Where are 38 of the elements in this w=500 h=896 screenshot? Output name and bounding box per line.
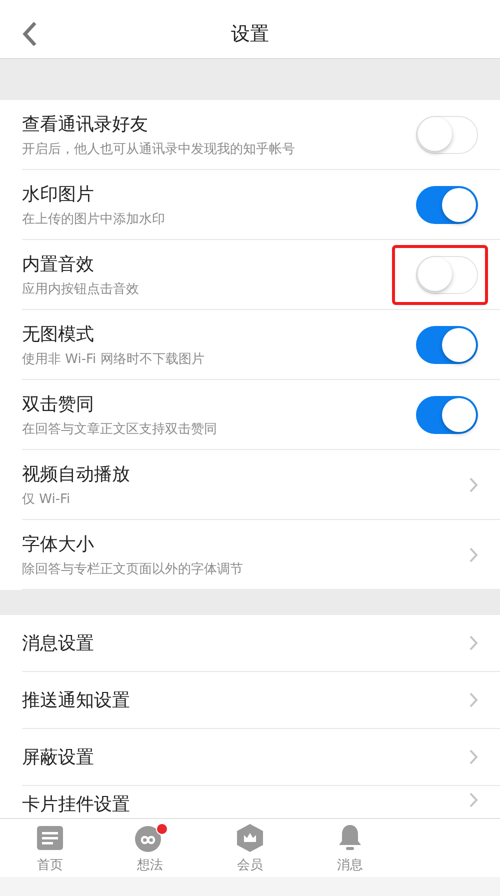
back-icon[interactable] — [22, 21, 38, 47]
setting-title: 双击赞同 — [22, 392, 94, 416]
setting-title: 内置音效 — [22, 252, 94, 276]
setting-description: 在上传的图片中添加水印 — [22, 210, 165, 228]
tab-item[interactable]: 消息 — [300, 819, 400, 877]
document-icon — [36, 824, 64, 850]
toggle-switch[interactable] — [416, 116, 478, 154]
setting-title: 视频自动播放 — [22, 462, 130, 486]
tab-item[interactable]: 想法 — [100, 819, 200, 877]
setting-description: 除回答与专栏正文页面以外的字体调节 — [22, 560, 243, 578]
setting-title: 查看通讯录好友 — [22, 112, 148, 136]
setting-description: 仅 Wi-Fi — [22, 490, 70, 508]
setting-title: 水印图片 — [22, 182, 94, 206]
chevron-icon — [469, 692, 478, 708]
chevron-icon — [469, 635, 478, 651]
setting-title: 无图模式 — [22, 322, 94, 346]
page-title: 设置 — [231, 22, 269, 47]
tab-item[interactable]: 首页 — [0, 819, 100, 877]
chevron-icon — [469, 792, 478, 808]
setting-description: 应用内按钮点击音效 — [22, 280, 139, 298]
tab-item[interactable]: 会员 — [200, 819, 300, 877]
setting-title: 消息设置 — [22, 632, 94, 655]
setting-description: 在回答与文章正文区支持双击赞同 — [22, 420, 217, 438]
toggle-switch[interactable] — [416, 256, 478, 294]
chevron-icon — [469, 546, 478, 562]
toggle-switch[interactable] — [416, 326, 478, 364]
toggle-switch[interactable] — [416, 396, 478, 434]
setting-title: 推送通知设置 — [22, 689, 130, 712]
chevron-icon — [469, 749, 478, 765]
setting-title: 卡片挂件设置 — [22, 793, 130, 816]
chevron-icon — [469, 476, 478, 492]
toggle-switch[interactable] — [416, 186, 478, 224]
crown-hexagon-icon — [236, 822, 264, 852]
setting-description: 使用非 Wi-Fi 网络时不下载图片 — [22, 350, 204, 368]
setting-description: 开启后，他人也可从通讯录中发现我的知乎帐号 — [22, 140, 295, 158]
setting-title: 字体大小 — [22, 532, 94, 556]
bell-icon — [337, 824, 363, 852]
setting-title: 屏蔽设置 — [22, 746, 94, 769]
